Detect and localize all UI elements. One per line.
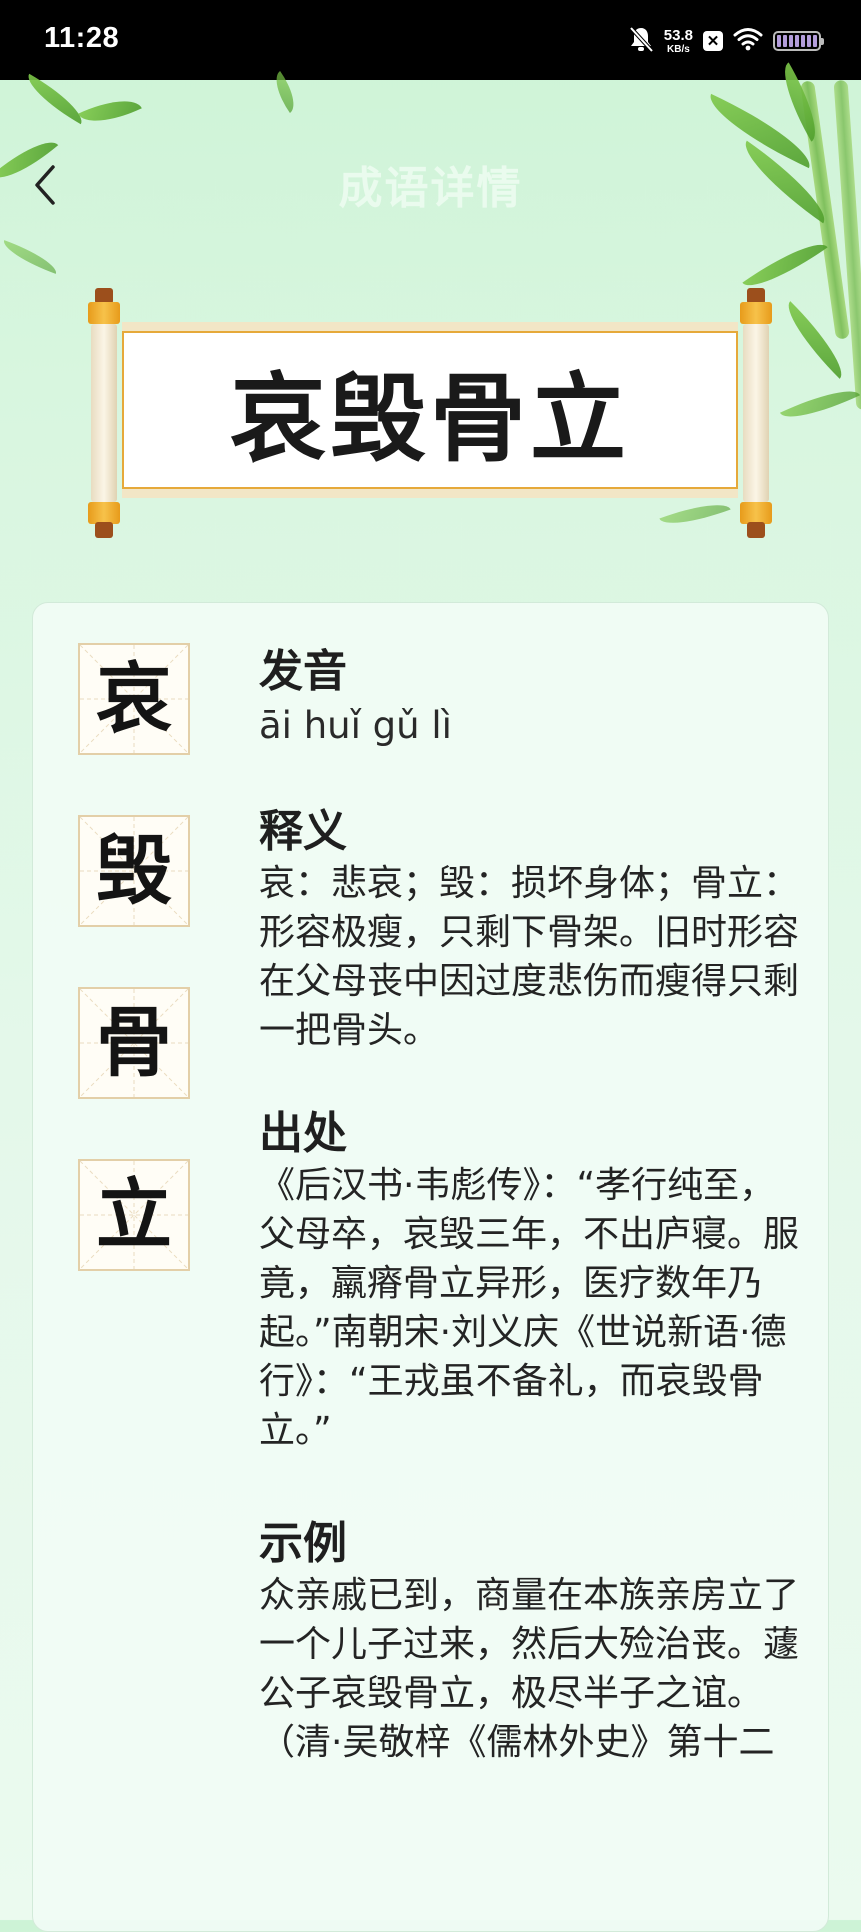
character-box[interactable]: 骨 — [78, 987, 190, 1099]
definition-text: 哀：悲哀；毁：损坏身体；骨立：形容极瘦，只剩下骨架。旧时形容在父母丧中因过度悲伤… — [259, 863, 800, 1051]
idiom-sections: 发音 āi huǐ gǔ lì 释义 哀：悲哀；毁：损坏身体；骨立：形容极瘦，只… — [259, 645, 804, 1809]
character-box[interactable]: 哀 — [78, 643, 190, 755]
example-section: 示例 众亲戚已到，商量在本族亲房立了一个儿子过来，然后大殓治丧。蘧公子哀毁骨立，… — [259, 1517, 804, 1767]
pronunciation-section: 发音 āi huǐ gǔ lì — [259, 645, 804, 753]
character: 立 — [96, 1170, 172, 1259]
x-badge-icon: ✕ — [703, 31, 723, 51]
character: 毁 — [96, 826, 172, 915]
character: 骨 — [96, 998, 172, 1087]
pinyin-text: āi huǐ gǔ lì — [259, 704, 452, 747]
character-grid-column: 哀 毁 骨 立 — [78, 643, 190, 1331]
definition-section: 释义 哀：悲哀；毁：损坏身体；骨立：形容极瘦，只剩下骨架。旧时形容在父母丧中因过… — [259, 805, 804, 1055]
example-heading: 示例 — [259, 1518, 347, 1569]
bell-off-icon — [628, 25, 654, 57]
wifi-icon — [733, 27, 763, 55]
battery-icon — [773, 31, 824, 51]
character-box[interactable]: 毁 — [78, 815, 190, 927]
page-title: 成语详情 — [338, 163, 523, 214]
status-icons: 53.8 KB/s ✕ — [628, 24, 824, 58]
source-heading: 出处 — [259, 1108, 347, 1159]
example-text: 众亲戚已到，商量在本族亲房立了一个儿子过来，然后大殓治丧。蘧公子哀毁骨立，极尽半… — [259, 1575, 800, 1763]
scroll-rod-right — [738, 288, 774, 538]
status-time: 11:28 — [44, 22, 120, 54]
source-section: 出处 《后汉书·韦彪传》：“孝行纯至，父母卒，哀毁三年，不出庐寝。服竟，羸瘠骨立… — [259, 1107, 804, 1455]
definition-heading: 释义 — [259, 806, 347, 857]
source-text: 《后汉书·韦彪传》：“孝行纯至，父母卒，哀毁三年，不出庐寝。服竟，羸瘠骨立异形，… — [259, 1165, 800, 1451]
scroll-rod-left — [86, 288, 122, 538]
pronunciation-heading: 发音 — [259, 646, 347, 697]
idiom-scroll-banner: 哀毁骨立 — [86, 288, 774, 538]
network-speed-unit: KB/s — [667, 43, 690, 55]
network-speed-value: 53.8 — [663, 26, 693, 44]
character: 哀 — [96, 654, 172, 743]
status-bar: 11:28 53.8 KB/s ✕ — [0, 0, 861, 80]
network-speed: 53.8 KB/s — [664, 28, 693, 55]
idiom-title: 哀毁骨立 — [230, 362, 630, 475]
scroll-paper: 哀毁骨立 — [122, 322, 738, 498]
character-box[interactable]: 立 — [78, 1159, 190, 1271]
idiom-detail-card: 哀 毁 骨 立 发音 āi huǐ gǔ lì 释义 哀：悲哀；毁：损坏身体；骨… — [32, 602, 829, 1932]
